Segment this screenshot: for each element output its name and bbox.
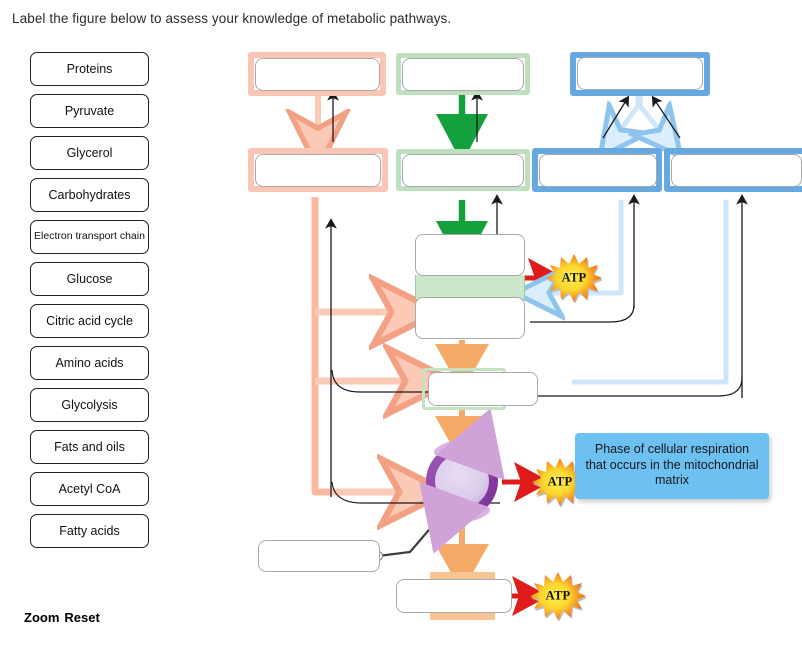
- atp-burst-glycolysis: ATP: [546, 253, 603, 304]
- drop-zone-fatty-acids[interactable]: [539, 154, 657, 187]
- exercise-page: Label the figure below to assess your kn…: [0, 0, 802, 647]
- drop-zone-acetyl-coa[interactable]: [428, 372, 538, 406]
- atp-label: ATP: [545, 588, 571, 603]
- drop-zone-glycolysis-upper[interactable]: [415, 234, 525, 276]
- drop-zone-proteins[interactable]: [255, 154, 381, 187]
- metabolic-pathway-figure: ATP ATP ATP Phase of cellular respiratio…: [0, 0, 802, 647]
- glycolysis-band: [415, 275, 525, 299]
- atp-label: ATP: [561, 270, 587, 285]
- drop-zone-callout-blank[interactable]: [258, 540, 380, 572]
- atp-burst-electron-transport-chain: ATP: [530, 571, 587, 622]
- drop-zone-fats-and-oils[interactable]: [577, 57, 703, 90]
- tooltip-callout: Phase of cellular respiration that occur…: [575, 433, 769, 499]
- drop-zone-electron-transport-chain[interactable]: [396, 579, 512, 613]
- drop-zone-amino-acids[interactable]: [671, 154, 802, 187]
- drop-zone-pyruvate[interactable]: [415, 297, 525, 339]
- drop-zone-carbohydrates[interactable]: [255, 58, 380, 91]
- pathway-arrows-layer: [0, 90, 748, 616]
- drop-zone-glucose[interactable]: [402, 58, 524, 91]
- mitochondrion-icon: [419, 408, 505, 554]
- drop-zone-glycerol[interactable]: [402, 154, 524, 187]
